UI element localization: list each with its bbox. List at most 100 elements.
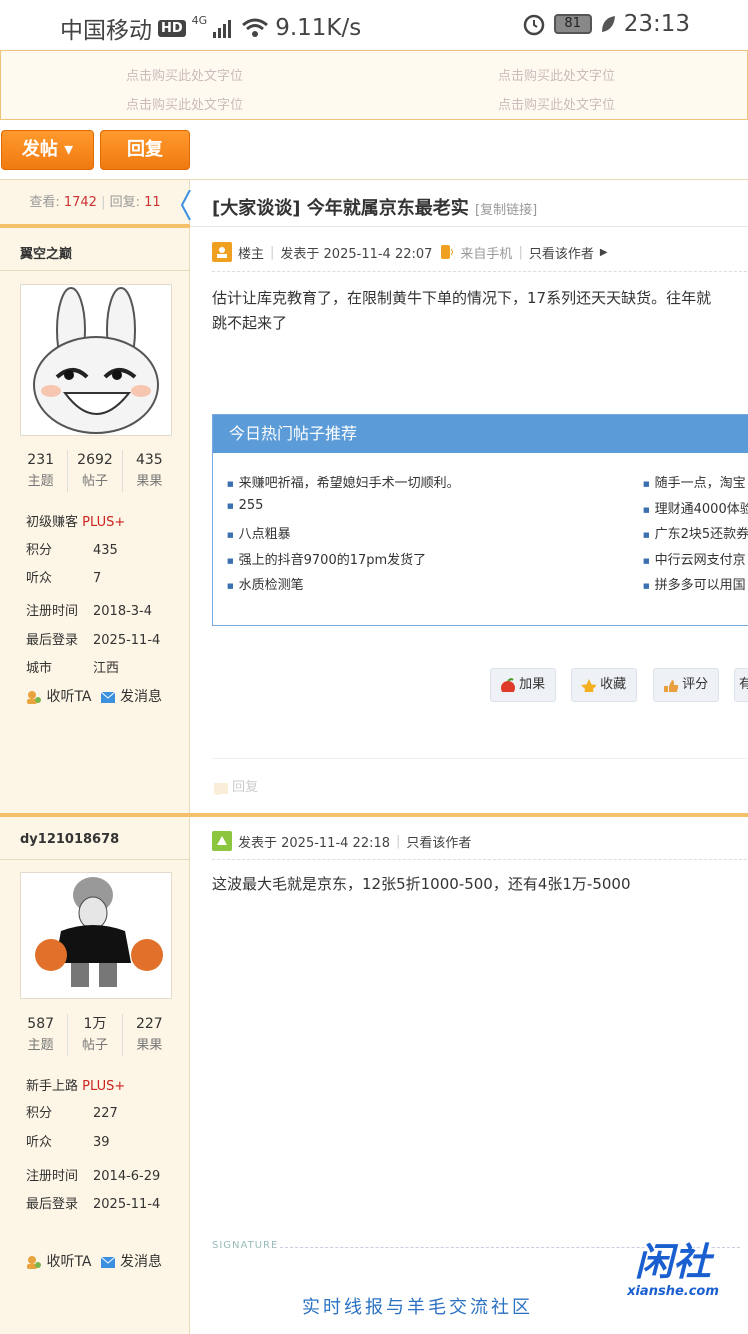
post-source: 来自手机 xyxy=(460,246,513,262)
site-logo: 闲社 xianshe.com xyxy=(614,1240,732,1306)
divider xyxy=(0,859,190,860)
action-bar: 发帖 ▾ 回复 xyxy=(0,130,748,170)
status-bar: 中国移动 HD 4G 9.11K/s 81 23:13 xyxy=(0,0,748,50)
author-name[interactable]: dy121018678 xyxy=(20,832,119,847)
network-type: 4G xyxy=(191,13,208,27)
hot-post-link[interactable]: 强上的抖音9700的17pm发货了 xyxy=(227,549,427,568)
post-time: 发表于 2025-11-4 22:07 xyxy=(280,246,433,262)
thread-title: [大家谈谈] 今年就属京东最老实 [复制链接] xyxy=(212,198,538,219)
plus-badge: PLUS+ xyxy=(82,1079,126,1094)
logo-url: xianshe.com xyxy=(627,1284,719,1299)
stat-topics[interactable]: 587 主题 xyxy=(14,1014,69,1056)
hot-post-link[interactable]: 理财通4000体验 xyxy=(643,498,748,517)
stat-posts[interactable]: 1万 帖子 xyxy=(68,1014,123,1056)
post-text: 估计让库克教育了，在限制黄牛下单的情况下，17系列还天天缺货。往年就 xyxy=(212,289,712,307)
signature-text: 实时线报与羊毛交流社区 xyxy=(302,1297,533,1318)
user-level-icon xyxy=(212,831,232,851)
divider xyxy=(190,226,748,227)
carrier: 中国移动 xyxy=(60,18,152,44)
hot-post-link[interactable]: 水质检测笔 xyxy=(227,574,304,593)
ad-text[interactable]: 点击购买此处文字位 xyxy=(498,94,615,113)
views-label: 查看: xyxy=(29,195,60,210)
reply-bubble-icon xyxy=(214,782,228,795)
thumbs-up-icon xyxy=(664,679,678,692)
post-column: [大家谈谈] 今年就属京东最老实 [复制链接] 楼主 | 发表于 2025-11… xyxy=(181,180,748,1334)
alarm-icon xyxy=(523,14,544,36)
city-row: 城市 江西 xyxy=(26,661,120,676)
post-text: 跳不起来了 xyxy=(212,314,288,332)
avatar[interactable] xyxy=(20,284,172,436)
divider xyxy=(0,270,190,271)
register-row: 注册时间 2014-6-29 xyxy=(26,1169,161,1184)
message-link[interactable]: 发消息 xyxy=(100,686,162,706)
replies-count: 11 xyxy=(144,195,161,210)
hot-post-link[interactable]: 255 xyxy=(227,498,264,513)
copy-link[interactable]: [复制链接] xyxy=(475,203,537,218)
rabbit-avatar-icon xyxy=(21,285,171,435)
views-count: 1742 xyxy=(63,195,97,210)
floor-label: 楼主 xyxy=(238,246,265,262)
only-author-link[interactable]: 只看该作者 xyxy=(529,243,594,262)
mail-icon xyxy=(100,1256,115,1268)
user-stats: 231 主题 2692 帖子 435 果果 xyxy=(14,450,176,492)
reply-button[interactable]: 回复 xyxy=(100,130,190,170)
post-time: 发表于 2025-11-4 22:18 xyxy=(238,835,391,851)
star-icon xyxy=(581,678,596,692)
plus-badge: PLUS+ xyxy=(82,515,126,530)
last-login-row: 最后登录 2025-11-4 xyxy=(26,1197,161,1212)
hot-post-link[interactable]: 来赚吧祈福，希望媳妇手术一切顺利。 xyxy=(227,472,460,491)
divider xyxy=(212,271,748,272)
divider xyxy=(212,758,748,759)
points-row: 积分 227 xyxy=(26,1106,118,1121)
meme-avatar-icon xyxy=(21,873,171,998)
wifi-icon xyxy=(242,18,269,37)
ad-text[interactable]: 点击购买此处文字位 xyxy=(126,94,243,113)
message-link[interactable]: 发消息 xyxy=(100,1251,162,1271)
author-column: 查看: 1742 | 回复: 11 翼空之巅 231 主题 2692 帖子 435 果… xyxy=(0,180,190,1334)
clock: 23:13 xyxy=(623,11,690,37)
ad-text[interactable]: 点击购买此处文字位 xyxy=(126,65,243,84)
follow-icon xyxy=(27,1256,41,1269)
new-post-button[interactable]: 发帖 ▾ xyxy=(1,130,94,170)
user-actions: 收听TA 发消息 xyxy=(26,686,162,706)
add-fruit-button[interactable]: 加果 xyxy=(490,668,557,702)
stat-fruits[interactable]: 435 果果 xyxy=(123,450,176,492)
follow-link[interactable]: 收听TA xyxy=(26,1251,92,1271)
author-name[interactable]: 翼空之巅 xyxy=(20,243,72,262)
post-body: 估计让库克教育了，在限制黄牛下单的情况下，17系列还天天缺货。往年就 跳不起来了 xyxy=(212,286,711,336)
follow-link[interactable]: 收听TA xyxy=(26,686,92,706)
user-actions: 收听TA 发消息 xyxy=(26,1251,162,1271)
listeners-row: 听众 39 xyxy=(26,1135,110,1150)
register-row: 注册时间 2018-3-4 xyxy=(26,604,153,619)
reply-link[interactable]: 回复 xyxy=(212,776,258,795)
favorite-button[interactable]: 收藏 xyxy=(571,668,638,702)
post-meta: 发表于 2025-11-4 22:18 | 只看该作者 xyxy=(212,831,471,851)
apple-icon xyxy=(501,677,515,692)
hd-icon: HD xyxy=(158,19,186,37)
follow-icon xyxy=(27,691,41,704)
last-login-row: 最后登录 2025-11-4 xyxy=(26,633,161,648)
hot-post-link[interactable]: 中行云网支付京 xyxy=(643,549,746,568)
avatar[interactable] xyxy=(20,872,172,999)
mail-icon xyxy=(100,691,115,703)
divider xyxy=(212,859,748,860)
pointer-arrow-icon xyxy=(181,190,191,220)
divider xyxy=(0,224,190,228)
listeners-row: 听众 7 xyxy=(26,571,102,586)
hot-post-link[interactable]: 拼多多可以用国 xyxy=(643,574,746,593)
ad-banner[interactable]: 点击购买此处文字位 点击购买此处文字位 点击购买此处文字位 点击购买此处文字位 xyxy=(0,50,748,120)
ad-text[interactable]: 点击购买此处文字位 xyxy=(498,65,615,84)
post-body: 这波最大毛就是京东，12张5折1000-500，还有4张1万-5000 xyxy=(212,872,631,897)
more-button[interactable]: 有 xyxy=(734,668,748,702)
stat-fruits[interactable]: 227 果果 xyxy=(123,1014,176,1056)
hot-post-link[interactable]: 广东2块5还款券 xyxy=(643,523,748,542)
stat-posts[interactable]: 2692 帖子 xyxy=(68,450,123,492)
replies-label: 回复: xyxy=(109,195,140,210)
hot-post-link[interactable]: 八点粗暴 xyxy=(227,523,291,542)
rate-button[interactable]: 评分 xyxy=(653,668,720,702)
only-author-link[interactable]: 只看该作者 xyxy=(406,832,471,851)
logo-name: 闲社 xyxy=(634,1240,711,1284)
stat-topics[interactable]: 231 主题 xyxy=(14,450,69,492)
points-row: 积分 435 xyxy=(26,543,118,558)
hot-post-link[interactable]: 随手一点，淘宝 xyxy=(643,472,746,491)
